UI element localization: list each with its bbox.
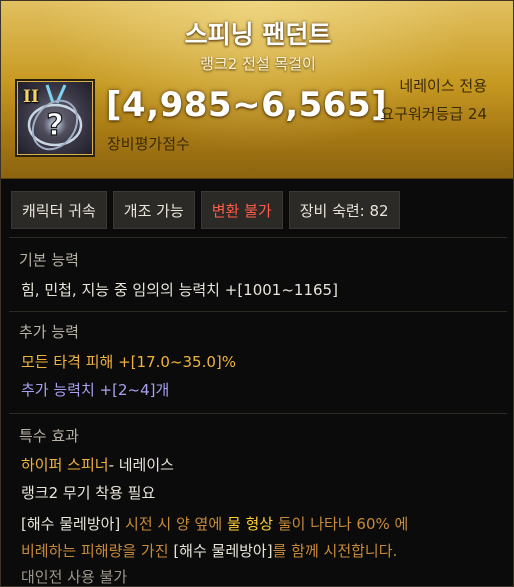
basic-stat-line: 힘, 민첩, 지능 중 임의의 능력치 +[1001~1165]: [21, 281, 338, 299]
special-skill-line: 하이퍼 스피너- 네레이스: [21, 454, 174, 475]
item-tooltip: 스피닝 팬던트 랭크2 전설 목걸이 ? II [4,985~6,565] 장비…: [0, 0, 514, 587]
desc-text: 둘이 나타나 60% 에: [273, 515, 409, 533]
extra-stat-line-count: 추가 능력치 +[2~4]개: [21, 381, 170, 399]
basic-stats-title: 기본 능력: [19, 251, 79, 269]
class-restriction: 네레이스 전용: [399, 77, 487, 95]
extra-stats-title: 추가 능력: [19, 323, 79, 341]
tooltip-header: 스피닝 팬던트 랭크2 전설 목걸이 ? II [4,985~6,565] 장비…: [1, 1, 513, 179]
pvp-restriction: 대인전 사용 불가: [21, 568, 128, 586]
divider: [9, 413, 507, 414]
desc-text: 비례하는 피해량을 가진: [21, 542, 174, 560]
gear-score-label: 장비평가점수: [107, 135, 190, 153]
skill-ref: [해수 물레방아]: [21, 515, 121, 533]
highlight-text: 물 형상: [226, 515, 274, 533]
item-type: 랭크2 전설 목걸이: [200, 55, 316, 73]
tag-proficiency: 장비 숙련: 82: [288, 191, 400, 229]
special-skill-class: - 네레이스: [108, 456, 174, 474]
tag-modifiable: 개조 가능: [112, 191, 195, 229]
desc-text: 시전 시 양 옆에: [120, 515, 227, 533]
special-effect-title: 특수 효과: [19, 427, 79, 445]
pendant-icon: ? II: [15, 79, 95, 157]
gear-score-value: [4,985~6,565]: [106, 85, 388, 125]
svg-text:?: ?: [46, 108, 63, 143]
tag-character-bound: 캐릭터 귀속: [11, 191, 107, 229]
tag-not-convertible: 변환 불가: [200, 191, 283, 229]
desc-text: 를 함께 시전합니다.: [272, 542, 398, 560]
special-effect-description: [해수 물레방아] 시전 시 양 옆에 물 형상 둘이 나타나 60% 에비례하…: [21, 511, 501, 565]
skill-ref: [해수 물레방아]: [173, 542, 273, 560]
required-level: 요구워커등급 24: [380, 105, 487, 123]
item-name: 스피닝 팬던트: [184, 20, 332, 49]
tag-row: 캐릭터 귀속 개조 가능 변환 불가 장비 숙련: 82: [11, 191, 400, 229]
special-skill-name: 하이퍼 스피너: [21, 456, 109, 474]
rank-badge: II: [23, 87, 39, 107]
extra-stat-line-damage: 모든 타격 피해 +[17.0~35.0]%: [21, 353, 236, 371]
divider: [9, 237, 507, 238]
special-requirement: 랭크2 무기 착용 필요: [21, 484, 156, 502]
divider: [9, 311, 507, 312]
